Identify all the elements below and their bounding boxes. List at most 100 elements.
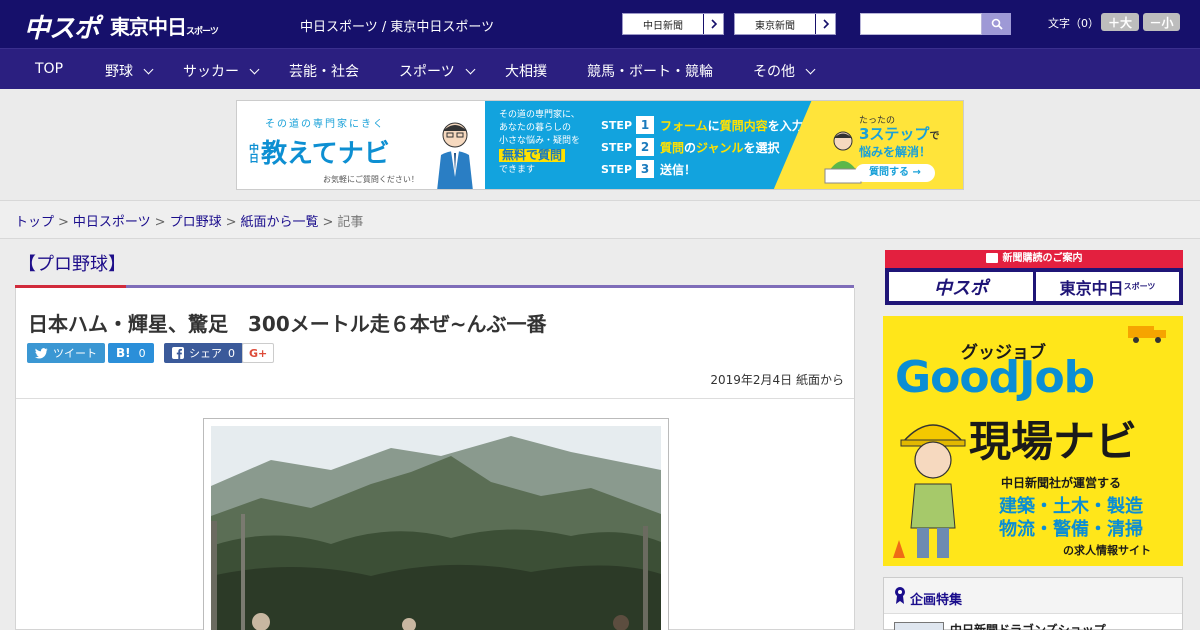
nav-label: 大相撲 xyxy=(505,64,547,80)
font-larger-button[interactable]: ＋大 xyxy=(1101,13,1139,31)
goodjob-title2: 現場ナビ xyxy=(969,417,1138,466)
worker-illustration xyxy=(893,424,966,558)
ad-mid-text: その道の専門家に、 あなたの暮らしの 小さな悩み・疑問を 無料で質問 できます xyxy=(499,109,580,177)
truck-icon xyxy=(1128,326,1166,343)
facebook-icon xyxy=(172,347,184,359)
search-button[interactable] xyxy=(982,13,1011,35)
article-headline: 日本ハム・輝星、驚足 300メートル走６本ぜ~んぶ一番 xyxy=(28,312,547,336)
search-input[interactable] xyxy=(860,13,982,35)
ad-step-3: STEP 3 送信！ xyxy=(601,160,696,178)
chevron-down-icon xyxy=(143,64,154,74)
breadcrumb-link-chunichi-sports[interactable]: 中日スポーツ xyxy=(73,215,151,230)
subscription-box[interactable]: 新聞購読のご案内 中スポ 東京中日 スポーツ xyxy=(885,250,1183,305)
goodjob-operator: 中日新聞社が運営する xyxy=(1001,476,1122,490)
subscribe-tokyo-logo-suffix: スポーツ xyxy=(1123,282,1156,291)
google-plus-icon: G+ xyxy=(249,346,268,360)
paper-link-label: 中日新聞 xyxy=(643,20,683,32)
ad-question-button[interactable]: 質問する → xyxy=(855,164,935,182)
nav-item-sports[interactable]: スポーツ xyxy=(399,61,476,81)
nav-label: 競馬・ボート・競輪 xyxy=(587,64,713,80)
ad-step-1: STEP 1 フォームに質問内容 を入力 xyxy=(601,116,804,134)
chevron-right-icon xyxy=(703,14,723,34)
article-photo-frame xyxy=(203,418,669,630)
ad-left-panel: その道の専門家にきく 中日教えてナビ お気軽にご質問ください！ xyxy=(237,101,485,189)
ad-right-t3: 悩みを解消！ xyxy=(859,145,932,159)
nav-item-sumo[interactable]: 大相撲 xyxy=(505,61,547,81)
subscription-heading-text: 新聞購読のご案内 xyxy=(1002,253,1083,264)
subscribe-chuspo-logo[interactable]: 中スポ xyxy=(889,272,1033,301)
step-highlight: 質問内容 xyxy=(719,118,768,133)
article-divider xyxy=(16,398,854,399)
nav-item-entertainment[interactable]: 芸能・社会 xyxy=(289,61,359,81)
newspaper-icon xyxy=(985,253,998,263)
step-number: 2 xyxy=(636,138,655,156)
step-highlight: 質問 xyxy=(660,140,685,155)
step-highlight: フォーム xyxy=(660,118,708,133)
ad-brand-prefix: 中日 xyxy=(249,143,259,165)
tweet-button[interactable]: ツイート xyxy=(27,343,105,363)
tokyo-logo-suffix: スポーツ xyxy=(186,27,219,37)
ad-brand: 中日教えてナビ xyxy=(249,133,390,170)
breadcrumb-separator: > xyxy=(58,215,69,230)
nav-item-other[interactable]: その他 xyxy=(753,61,816,81)
step-number: 1 xyxy=(636,116,655,134)
font-smaller-button[interactable]: －小 xyxy=(1143,13,1180,31)
breadcrumb-link-top[interactable]: トップ xyxy=(15,215,54,230)
nav-label: サッカー xyxy=(183,64,239,80)
search-icon xyxy=(991,18,1003,30)
goodjob-line2: 物流・警備・清掃 xyxy=(999,519,1143,540)
facebook-share-label: シェア xyxy=(189,347,222,360)
hatena-icon: B! xyxy=(116,346,131,360)
google-plus-button[interactable]: G+ xyxy=(242,343,275,363)
special-item-link[interactable]: 中日新聞ドラゴンズショップ xyxy=(950,621,1106,630)
breadcrumb-current: 記事 xyxy=(337,215,364,230)
ad-zone: その道の専門家にきく 中日教えてナビ お気軽にご質問ください！ その道の専門家に… xyxy=(0,89,1200,201)
nav-item-top[interactable]: TOP xyxy=(35,61,63,77)
tokyo-chunichi-logo[interactable]: 東京中日スポーツ xyxy=(110,11,219,40)
tokyo-shimbun-link[interactable]: 東京新聞 xyxy=(734,13,836,35)
site-title: 中日スポーツ / 東京中日スポーツ xyxy=(300,20,495,35)
breadcrumb-bar: トップ > 中日スポーツ > プロ野球 > 紙面から一覧 > 記事 xyxy=(0,201,1200,239)
article-card: 日本ハム・輝星、驚足 300メートル走６本ぜ~んぶ一番 ツイート B! 0 シェ… xyxy=(15,288,855,630)
ad-tagline: その道の専門家にきく xyxy=(265,119,385,130)
main-nav: TOP 野球 サッカー 芸能・社会 スポーツ 大相撲 競馬・ボート・競輪 その他 xyxy=(0,48,1200,89)
nav-label: 野球 xyxy=(105,64,133,80)
nav-item-baseball[interactable]: 野球 xyxy=(105,61,154,81)
step-text: に xyxy=(707,118,720,133)
goodjob-ad[interactable]: グッジョブ GoodJob 現場ナビ 中日新聞社が運営する 建築・土木・製造 物… xyxy=(883,316,1183,566)
ad-right-de: で xyxy=(929,131,940,142)
nav-label: スポーツ xyxy=(399,64,455,80)
hatena-bookmark-button[interactable]: B! 0 xyxy=(108,343,154,363)
goodjob-bottom: の求人情報サイト xyxy=(1063,544,1151,557)
tokyo-logo-main: 東京中日 xyxy=(110,15,187,39)
ad-three-steps: 3ステップ xyxy=(859,125,930,143)
ad-mid-line: できます xyxy=(499,165,536,175)
special-item-thumbnail[interactable] xyxy=(894,622,944,630)
chuspo-logo[interactable]: 中スポ xyxy=(24,8,100,45)
chevron-down-icon xyxy=(465,64,476,74)
special-feature-box: 企画特集 中日新聞ドラゴンズショップ xyxy=(883,577,1183,630)
step-highlight: ジャンル xyxy=(696,140,744,155)
subscribe-tokyo-logo-main: 東京中日 xyxy=(1059,278,1124,298)
nav-item-soccer[interactable]: サッカー xyxy=(183,61,260,81)
breadcrumb-link-print-list[interactable]: 紙面から一覧 xyxy=(241,215,319,230)
ad-step-2: STEP 2 質問のジャンル を選択 xyxy=(601,138,779,156)
article-photo[interactable] xyxy=(211,426,661,630)
breadcrumb-link-pro-baseball[interactable]: プロ野球 xyxy=(170,215,222,230)
chevron-right-icon xyxy=(815,14,835,34)
breadcrumb-separator: > xyxy=(225,215,237,230)
step-label: STEP xyxy=(601,162,633,176)
site-header: 中スポ 東京中日スポーツ 中日スポーツ / 東京中日スポーツ 中日新聞 東京新聞… xyxy=(0,0,1200,48)
facebook-share-button[interactable]: シェア 0 xyxy=(164,343,243,363)
oshiete-navi-ad[interactable]: その道の専門家にきく 中日教えてナビ お気軽にご質問ください！ その道の専門家に… xyxy=(236,100,964,190)
breadcrumb-separator: > xyxy=(154,215,166,230)
step-text: の xyxy=(684,140,697,155)
ad-brand-name: 教えてナビ xyxy=(261,139,390,169)
font-size-label: 文字（0） xyxy=(1048,17,1099,30)
chunichi-shimbun-link[interactable]: 中日新聞 xyxy=(622,13,724,35)
nav-item-racing[interactable]: 競馬・ボート・競輪 xyxy=(587,61,713,81)
ad-free-badge: 無料で質問 xyxy=(499,149,566,162)
facebook-count: 0 xyxy=(228,346,235,360)
step-number: 3 xyxy=(636,160,655,178)
subscribe-tokyo-chunichi-logo[interactable]: 東京中日 スポーツ xyxy=(1036,272,1179,301)
